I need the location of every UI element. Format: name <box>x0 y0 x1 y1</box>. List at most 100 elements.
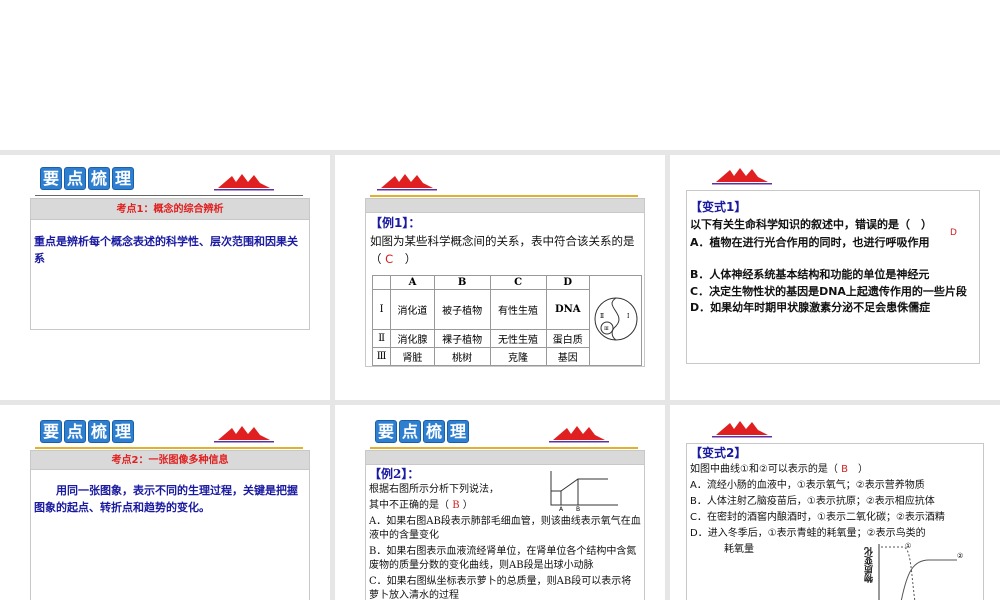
table-cell: 桃树 <box>433 347 491 366</box>
topic-band <box>366 199 644 213</box>
heading-tile: 点 <box>64 420 86 443</box>
question: 以下有关生命科学知识的叙述中，错误的是（ ） <box>690 218 932 231</box>
table-cell: 基因 <box>545 347 590 366</box>
logo-icon <box>214 426 274 443</box>
table-cell: 有性生殖 <box>489 289 547 330</box>
table-cell: 克隆 <box>489 347 547 366</box>
topic-band <box>366 451 644 465</box>
divider <box>35 195 303 196</box>
slide-5[interactable]: 要点梳理 【例2】： 根据右图所示分析下列说法， 其中不正确的是（ B ） A．… <box>335 405 665 600</box>
slide-3[interactable]: 【变式1】 以下有关生命科学知识的叙述中，错误的是（ ） D A．植物在进行光合作… <box>670 155 1000 400</box>
content-box: 【变式1】 以下有关生命科学知识的叙述中，错误的是（ ） D A．植物在进行光合作… <box>686 190 980 364</box>
heading-tiles: 要点梳理 <box>40 420 134 443</box>
question: 其中不正确的是（ <box>369 500 449 511</box>
content-box: 【例2】： 根据右图所示分析下列说法， 其中不正确的是（ B ） A．如果右图A… <box>365 450 645 600</box>
question-close: ） <box>858 464 868 475</box>
option: A．植物在进行光合作用的同时，也进行呼吸作用 <box>690 236 930 249</box>
concept-table: ABCD ⅡⅠⅢ Ⅰ 消化道 被子植物 有性生殖 DNA Ⅱ 消化腺 裸子植物 无性生殖 蛋白质… <box>371 275 642 366</box>
heading-tile: 梳 <box>88 167 110 190</box>
option: A．流经小肠的血液中，①表示氧气；②表示营养物质 <box>690 480 925 491</box>
body-text: 用同一张图象，表示不同的生理过程，关键是把握图象的起点、转折点和趋势的变化。 <box>34 484 298 514</box>
body-text: 重点是辨析每个概念表述的科学性、层次范围和因果关系 <box>34 235 298 265</box>
heading-tile: 梳 <box>423 420 445 443</box>
curve-graph: ① ② <box>878 542 963 600</box>
slide-4[interactable]: 要点梳理 考点2：一张图像多种信息 用同一张图象，表示不同的生理过程，关键是把握… <box>0 405 330 600</box>
slide-6[interactable]: 【变式2】 如图中曲线①和②可以表示的是（ B ） A．流经小肠的血液中，①表示… <box>670 405 1000 600</box>
table-cell: C <box>489 275 547 290</box>
example-label: 【例1】： <box>370 216 421 230</box>
option: C．如果右图纵坐标表示萝卜的总质量，则AB段可以表示将萝卜放入清水的过程 <box>369 576 632 600</box>
table-cell: D <box>545 275 590 290</box>
heading-tile: 要 <box>40 420 62 443</box>
option: B．人体注射乙脑疫苗后，①表示抗原；②表示相应抗体 <box>690 496 935 507</box>
variant-label: 【变式1】 <box>690 200 747 214</box>
heading-tile: 理 <box>112 167 134 190</box>
table-cell: 被子植物 <box>433 289 491 330</box>
table-cell: B <box>433 275 491 290</box>
table-cell: 裸子植物 <box>433 329 491 348</box>
logo-icon <box>712 421 772 438</box>
question-close: ） <box>462 500 473 511</box>
question: 如图中曲线①和②可以表示的是（ <box>690 464 838 475</box>
answer: B <box>841 464 848 475</box>
line-graph: A B <box>550 471 618 511</box>
question-text: 如图中曲线①和②可以表示的是（ B ） <box>690 462 980 478</box>
slide-1[interactable]: 要点梳理 考点1：概念的综合辨析 重点是辨析每个概念表述的科学性、层次范围和因果… <box>0 155 330 400</box>
table-cell: DNA <box>545 289 590 330</box>
slide-2[interactable]: 【例1】： 如图为某些科学概念间的关系，表中符合该关系的是（ C ） ABCD … <box>335 155 665 400</box>
table-cell: Ⅰ <box>371 289 392 330</box>
table-header-row: ABCD ⅡⅠⅢ <box>371 275 642 366</box>
table-cell: A <box>390 275 435 290</box>
heading-tile: 理 <box>112 420 134 443</box>
table-cell: 无性生殖 <box>489 329 547 348</box>
venn-diagram-icon: Ⅱ Ⅰ Ⅲ <box>594 297 637 341</box>
graph-label: A <box>559 506 564 511</box>
heading-tile: 要 <box>375 420 397 443</box>
table-cell <box>371 275 392 290</box>
divider <box>370 447 638 449</box>
table-cell: Ⅲ <box>371 347 392 366</box>
heading-tile: 要 <box>40 167 62 190</box>
content-box: 考点1：概念的综合辨析 重点是辨析每个概念表述的科学性、层次范围和因果关系 <box>30 198 310 330</box>
option: B．如果右图表示血液流经肾单位，在肾单位各个结构中含氮废物的质量分数的变化曲线，… <box>369 546 637 571</box>
divider <box>370 195 638 197</box>
diagram-label: Ⅱ <box>600 313 604 320</box>
table-cell: 消化腺 <box>390 329 435 348</box>
heading-tiles: 要点梳理 <box>375 420 469 443</box>
table-cell: 肾脏 <box>390 347 435 366</box>
question-close: ） <box>404 252 417 266</box>
venn-diagram-cell: Ⅱ Ⅰ Ⅲ <box>589 275 642 366</box>
heading-tiles: 要点梳理 <box>40 167 134 190</box>
curve-label: ② <box>957 552 963 560</box>
heading-tile: 梳 <box>88 420 110 443</box>
table-cell: Ⅱ <box>371 329 392 348</box>
answer: C <box>385 252 394 266</box>
option: C．决定生物性状的基因是DNA上起遗传作用的一些片段 <box>690 285 967 298</box>
logo-icon <box>214 174 274 191</box>
topic-band: 考点2：一张图像多种信息 <box>31 451 309 470</box>
table-cell: 消化道 <box>390 289 435 330</box>
heading-tile: 点 <box>399 420 421 443</box>
divider <box>35 447 303 449</box>
logo-icon <box>712 168 772 185</box>
logo-icon <box>377 174 437 191</box>
option: B．人体神经系统基本结构和功能的单位是神经元 <box>690 268 930 281</box>
table-cell: 蛋白质 <box>545 329 590 348</box>
logo-icon <box>549 426 609 443</box>
option: A．如果右图AB段表示肺部毛细血管，则该曲线表示氧气在血液中的含量变化 <box>369 516 641 541</box>
curve-label: ① <box>905 542 911 550</box>
variant-label: 【变式2】 <box>690 446 747 460</box>
graph-label: B <box>576 506 580 511</box>
content-box: 考点2：一张图像多种信息 用同一张图象，表示不同的生理过程，关键是把握图象的起点… <box>30 450 310 600</box>
answer: D <box>950 228 957 238</box>
answer: B <box>452 500 460 511</box>
heading-tile: 点 <box>64 167 86 190</box>
diagram-label: Ⅰ <box>627 313 630 320</box>
option: C．在密封的酒窖内酿酒时，①表示二氧化碳；②表示酒精 <box>690 512 945 523</box>
content-box: 【例1】： 如图为某些科学概念间的关系，表中符合该关系的是（ C ） ABCD … <box>365 198 645 367</box>
question-text: 如图为某些科学概念间的关系，表中符合该关系的是（ C ） <box>370 232 640 268</box>
diagram-label: Ⅲ <box>604 326 609 332</box>
content-box: 【变式2】 如图中曲线①和②可以表示的是（ B ） A．流经小肠的血液中，①表示… <box>686 443 984 600</box>
question-text: 以下有关生命科学知识的叙述中，错误的是（ ） D <box>690 216 976 238</box>
topic-band: 考点1：概念的综合辨析 <box>31 199 309 220</box>
